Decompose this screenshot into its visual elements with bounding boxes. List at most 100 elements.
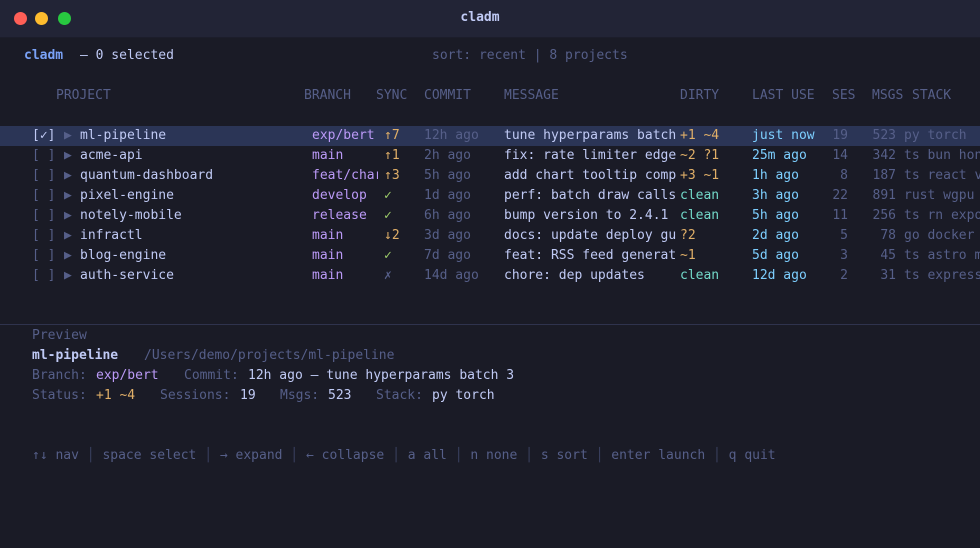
message-count: 891 <box>872 188 896 203</box>
title-bar: cladm <box>0 0 980 38</box>
project-row[interactable]: [ ] ▶ pixel-engine develop ✓ 1d ago perf: batc… <box>0 186 980 206</box>
branch-name: develop <box>312 188 367 203</box>
sort-status: sort: recent | 8 projects <box>432 48 628 63</box>
project-row[interactable]: [ ] ▶ blog-engine main ✓ 7d ago feat: RSS feed… <box>0 246 980 266</box>
selected-count: — 0 selected <box>80 48 174 63</box>
preview-status: +1 ~4 <box>96 388 136 403</box>
expand-arrow-icon[interactable]: ▶ <box>64 247 78 265</box>
row-checkbox[interactable]: [ ] <box>32 167 62 185</box>
column-header-message: MESSAGE <box>504 88 559 103</box>
column-header-last-use: LAST USE <box>752 88 815 103</box>
sync-status: ✓ <box>384 248 392 263</box>
project-row[interactable]: [✓] ▶ ml-pipeline exp/bert ↑7 12h ago tune hyp… <box>0 126 980 146</box>
commit-age: 2h ago <box>424 148 471 163</box>
preview-status-label: Status: <box>32 388 87 403</box>
preview-msgs-label: Msgs: <box>280 388 320 403</box>
key-separator: │ <box>587 448 612 463</box>
tech-stack: ts rn expo <box>904 208 980 223</box>
sync-status: ✗ <box>384 268 392 283</box>
tech-stack: go docker <box>904 228 975 243</box>
preview-msgs: 523 <box>328 388 352 403</box>
branch-name: release <box>312 208 367 223</box>
dirty-status: clean <box>680 208 720 223</box>
preview-sessions-label: Sessions: <box>160 388 231 403</box>
expand-arrow-icon[interactable]: ▶ <box>64 127 78 145</box>
column-header-branch: BRANCH <box>304 88 351 103</box>
project-row[interactable]: [ ] ▶ infractl main ↓2 3d ago docs: update dep… <box>0 226 980 246</box>
preview-path: /Users/demo/projects/ml-pipeline <box>144 348 395 363</box>
commit-age: 7d ago <box>424 248 471 263</box>
preview-stack: py torch <box>432 388 495 403</box>
expand-arrow-icon[interactable]: ▶ <box>64 147 78 165</box>
row-checkbox[interactable]: [ ] <box>32 247 62 265</box>
commit-message: perf: batch draw calls <box>504 188 677 203</box>
commit-age: 12h ago <box>424 128 479 143</box>
branch-name: feat/chart <box>312 168 378 183</box>
branch-name: main <box>312 248 344 263</box>
branch-name: main <box>312 228 344 243</box>
expand-arrow-icon[interactable]: ▶ <box>64 187 78 205</box>
keybinding-hint: → expand <box>219 448 283 463</box>
dirty-status: ~1 <box>680 248 696 263</box>
preview-heading: Preview <box>32 328 87 343</box>
branch-name: exp/bert <box>312 128 375 143</box>
sync-status: ↑3 <box>384 168 400 183</box>
project-row[interactable]: [ ]▶quantum-dashboard feat/chart ↑3 5h ago a… <box>0 166 980 186</box>
message-count: 187 <box>872 168 896 183</box>
session-count: 3 <box>840 248 848 263</box>
commit-message: tune hyperparams batch <box>504 128 677 143</box>
project-name: ml-pipeline <box>80 128 167 143</box>
message-count: 31 <box>880 268 896 283</box>
row-checkbox[interactable]: [ ] <box>32 187 62 205</box>
commit-age: 3d ago <box>424 228 471 243</box>
session-count: 19 <box>832 128 848 143</box>
keybindings-bar: ↑↓ nav │ space select │ → expand │ ← col… <box>32 447 776 465</box>
sync-status: ✓ <box>384 208 392 223</box>
dirty-status: +1 ~4 <box>680 128 720 143</box>
row-checkbox[interactable]: [ ] <box>32 207 62 225</box>
message-count: 45 <box>880 248 896 263</box>
commit-message: add chart tooltip comp <box>504 168 677 183</box>
expand-arrow-icon[interactable]: ▶ <box>64 167 78 185</box>
session-count: 5 <box>840 228 848 243</box>
row-checkbox[interactable]: [ ] <box>32 147 62 165</box>
project-name: notely-mobile <box>80 208 182 223</box>
row-checkbox[interactable]: [ ] <box>32 227 62 245</box>
key-separator: │ <box>517 448 541 463</box>
row-checkbox[interactable]: [✓] <box>32 127 62 145</box>
preview-commit-label: Commit: <box>184 368 239 383</box>
project-name: quantum-dashboard <box>80 168 214 183</box>
session-count: 22 <box>832 188 848 203</box>
tech-stack: ts express <box>904 268 980 283</box>
preview-sessions: 19 <box>240 388 256 403</box>
expand-arrow-icon[interactable]: ▶ <box>64 267 78 285</box>
commit-message: docs: update deploy gu <box>504 228 677 243</box>
key-separator: │ <box>446 448 471 463</box>
commit-message: feat: RSS feed generat <box>504 248 677 263</box>
message-count: 342 <box>872 148 896 163</box>
message-count: 256 <box>872 208 896 223</box>
last-use: just now <box>752 128 815 143</box>
last-use: 1h ago <box>752 168 799 183</box>
sync-status: ↑1 <box>384 148 400 163</box>
project-row[interactable]: [ ] ▶ notely-mobile release ✓ 6h ago bump vers… <box>0 206 980 226</box>
session-count: 11 <box>832 208 848 223</box>
dirty-status: clean <box>680 268 720 283</box>
column-header-ses: SES <box>832 88 856 103</box>
last-use: 5h ago <box>752 208 799 223</box>
project-row[interactable]: [ ] ▶ auth-service main ✗ 14d ago chore: dep u… <box>0 266 980 286</box>
last-use: 3h ago <box>752 188 799 203</box>
divider <box>0 324 980 325</box>
row-checkbox[interactable]: [ ] <box>32 267 62 285</box>
expand-arrow-icon[interactable]: ▶ <box>64 227 78 245</box>
dirty-status: +3 ~1 <box>680 168 720 183</box>
dirty-status: ~2 ?1 <box>680 148 720 163</box>
sync-status: ↑7 <box>384 128 400 143</box>
preview-name: ml-pipeline <box>32 348 119 363</box>
last-use: 2d ago <box>752 228 799 243</box>
keybinding-hint: ← collapse <box>305 448 385 463</box>
column-header-msgs: MSGS <box>872 88 904 103</box>
project-row[interactable]: [ ] ▶ acme-api main ↑1 2h ago fix: rate limite… <box>0 146 980 166</box>
preview-branch: exp/bert <box>96 368 159 383</box>
expand-arrow-icon[interactable]: ▶ <box>64 207 78 225</box>
